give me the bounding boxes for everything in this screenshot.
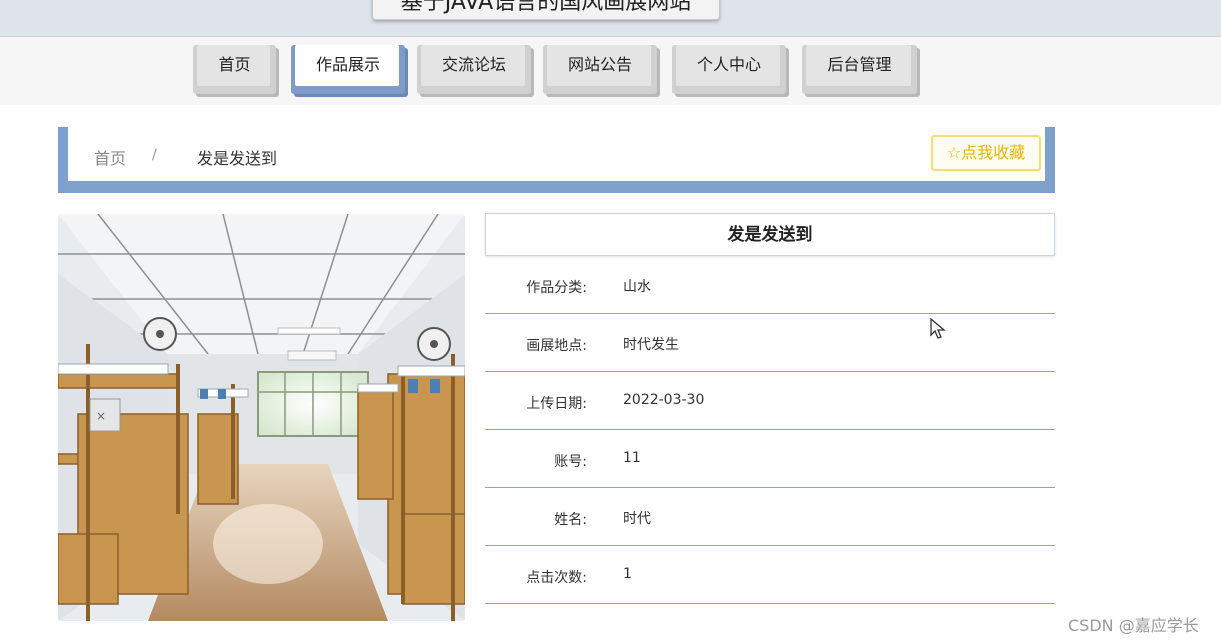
detail-label: 上传日期: [526,396,587,412]
favorite-button-label: 点我收藏 [961,143,1026,162]
detail-row-account: 账号: 11 [485,430,1055,488]
nav-item-works[interactable]: 作品展示 [291,45,405,94]
breadcrumb-separator: / [152,147,157,163]
detail-label: 姓名: [554,512,587,528]
detail-label: 画展地点: [526,338,587,354]
nav-item-label: 个人中心 [696,55,761,74]
watermark: CSDN @嘉应学长 [1068,616,1199,635]
nav-item-label: 首页 [218,55,251,74]
nav-item-profile[interactable]: 个人中心 [672,45,786,94]
breadcrumb: 首页 / 发是发送到 ☆点我收藏 [58,127,1055,193]
nav-item-label: 后台管理 [827,55,892,74]
artwork-title: 发是发送到 [485,213,1055,256]
detail-value: 2022-03-30 [623,392,705,408]
detail-row-click-count: 点击次数: 1 [485,546,1055,604]
detail-value: 山水 [623,279,651,295]
favorite-button[interactable]: ☆点我收藏 [931,135,1041,171]
detail-row-category: 作品分类: 山水 [485,256,1055,314]
detail-value: 1 [623,566,632,582]
detail-label: 点击次数: [526,570,587,586]
svg-text:×: × [96,409,106,423]
nav-item-admin[interactable]: 后台管理 [802,45,917,94]
nav-item-home[interactable]: 首页 [193,45,276,94]
artwork-image: × [58,214,465,621]
detail-row-location: 画展地点: 时代发生 [485,314,1055,372]
nav-item-label: 网站公告 [567,55,632,74]
detail-label: 账号: [554,454,587,470]
site-title: 基于JAVA语言的国风画展网站 [372,0,720,20]
detail-row-upload-date: 上传日期: 2022-03-30 [485,372,1055,430]
breadcrumb-current: 发是发送到 [197,149,278,168]
nav-item-announcements[interactable]: 网站公告 [543,45,657,94]
detail-row-name: 姓名: 时代 [485,488,1055,546]
detail-value: 时代发生 [623,337,679,353]
detail-value: 11 [623,450,641,466]
breadcrumb-panel: 首页 / 发是发送到 ☆点我收藏 [68,127,1045,181]
breadcrumb-home-link[interactable]: 首页 [94,145,126,169]
nav-item-label: 交流论坛 [441,55,506,74]
detail-label: 作品分类: [526,280,587,296]
nav-item-label: 作品展示 [315,55,380,74]
nav-item-forum[interactable]: 交流论坛 [417,45,531,94]
star-outline-icon: ☆ [946,143,962,162]
mouse-pointer-icon [930,317,946,344]
detail-value: 时代 [623,511,651,527]
